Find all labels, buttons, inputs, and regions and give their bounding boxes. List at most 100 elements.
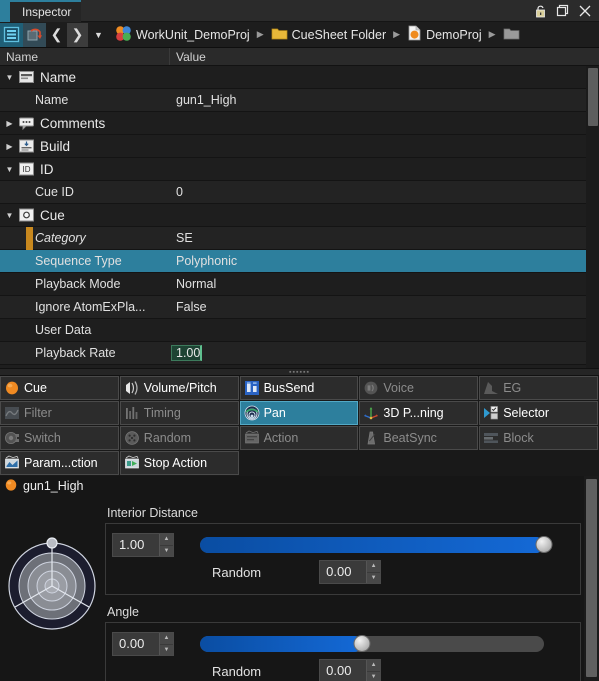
sync-icon[interactable] — [23, 22, 46, 47]
spinner-down-icon[interactable]: ▼ — [367, 671, 381, 681]
tree-group-comments[interactable]: ▶ Comments — [0, 112, 599, 135]
pan-radar-widget[interactable] — [0, 496, 100, 681]
tree-group-name[interactable]: ▼ Name — [0, 66, 599, 89]
spinner-value[interactable]: 1.00 — [113, 534, 159, 556]
breadcrumb-item-demoproj[interactable]: DemoProj — [407, 25, 482, 44]
spinner-up-icon[interactable]: ▲ — [160, 633, 173, 645]
name-icon — [19, 70, 34, 84]
tree-group-cue[interactable]: ▼ Cue — [0, 204, 599, 227]
restore-icon[interactable] — [555, 3, 570, 18]
twisty-expanded-icon[interactable]: ▼ — [0, 165, 19, 174]
column-header-value[interactable]: Value — [170, 48, 599, 65]
property-value[interactable]: gun1_High — [170, 93, 599, 107]
interior-distance-slider[interactable] — [200, 536, 553, 553]
tab-beatsync[interactable]: BeatSync — [359, 426, 479, 450]
property-tree: Name Value ▼ Name Name gun1_High ▶ Comme… — [0, 48, 599, 368]
table-row[interactable]: Category SE — [0, 226, 599, 250]
angle-spinner[interactable]: 0.00 ▲ ▼ — [112, 632, 174, 656]
playback-rate-field[interactable]: 1.00 — [171, 344, 203, 361]
tab-switch[interactable]: Switch — [0, 426, 119, 450]
tab-random[interactable]: Random — [119, 426, 239, 450]
param-random-row: Random 0.00 ▲ ▼ — [112, 558, 574, 586]
breadcrumb-label: CueSheet Folder — [291, 27, 387, 42]
interior-distance-random-spinner[interactable]: 0.00 ▲ ▼ — [319, 560, 382, 584]
property-value[interactable]: SE — [170, 231, 599, 245]
tree-scrollbar[interactable] — [586, 66, 599, 368]
angle-random-spinner[interactable]: 0.00 ▲ ▼ — [319, 659, 382, 681]
tab-voice[interactable]: Voice — [359, 376, 479, 400]
slider-knob[interactable] — [353, 635, 371, 652]
tab-volume-pitch[interactable]: Volume/Pitch — [119, 376, 239, 400]
editor-header-label: gun1_High — [23, 479, 84, 493]
property-value[interactable]: Normal — [170, 277, 599, 291]
column-header-name[interactable]: Name — [0, 48, 170, 65]
breadcrumb-item-cuesheet-folder[interactable]: CueSheet Folder — [271, 26, 387, 44]
slider-knob[interactable] — [535, 536, 553, 553]
tab-eg[interactable]: EG — [479, 376, 598, 400]
tree-group-label: Build — [40, 138, 71, 154]
table-row[interactable]: Playback Rate 1.00 — [0, 342, 599, 365]
table-row[interactable]: User Data — [0, 319, 599, 342]
toolbar: ❮ ❯ ▼ WorkUnit_DemoProj ▶ CueSheet Folde… — [0, 22, 599, 48]
tab-selector[interactable]: Selector — [479, 401, 598, 425]
tab-bussend[interactable]: BusSend — [239, 376, 359, 400]
editor-scrollbar-thumb[interactable] — [586, 479, 597, 677]
property-value[interactable]: Polyphonic — [170, 254, 599, 268]
spinner-value[interactable]: 0.00 — [320, 561, 366, 583]
workunit-icon — [115, 25, 132, 45]
breadcrumb-separator-icon: ▶ — [256, 29, 264, 39]
pan-editor: gun1_High Interior Distance 1.00 ▲ ▼ Ran… — [0, 476, 599, 681]
spinner-down-icon[interactable]: ▼ — [160, 545, 173, 556]
tab-timing[interactable]: Timing — [119, 401, 239, 425]
title-accent — [0, 0, 10, 22]
tab-cue[interactable]: Cue — [0, 376, 119, 400]
tab-action[interactable]: Action — [239, 426, 359, 450]
tree-group-id[interactable]: ▼ ID ID — [0, 158, 599, 181]
spinner-value[interactable]: 0.00 — [320, 660, 366, 681]
history-dropdown-button[interactable]: ▼ — [88, 23, 109, 47]
tab-pan[interactable]: Pan — [239, 401, 359, 425]
property-value[interactable]: 0 — [170, 185, 599, 199]
spinner-down-icon[interactable]: ▼ — [160, 644, 173, 655]
tab-3d-panning[interactable]: 3D P...ning — [359, 401, 479, 425]
tab-block[interactable]: Block — [479, 426, 598, 450]
tab-row: Filter Timing Pan 3D P...ning Selector — [0, 401, 599, 426]
tab-param-action[interactable]: Param...ction — [0, 451, 119, 475]
back-button[interactable]: ❮ — [46, 23, 67, 47]
table-row[interactable]: Name gun1_High — [0, 89, 599, 112]
panel-tab-inspector[interactable]: Inspector — [10, 0, 82, 22]
twisty-expanded-icon[interactable]: ▼ — [0, 211, 19, 220]
tab-filter[interactable]: Filter — [0, 401, 119, 425]
table-row[interactable]: Cue ID 0 — [0, 181, 599, 204]
list-view-icon[interactable] — [0, 22, 23, 47]
spinner-up-icon[interactable]: ▲ — [367, 561, 381, 573]
twisty-collapsed-icon[interactable]: ▶ — [0, 142, 19, 151]
voice-icon — [363, 380, 379, 396]
spinner-value[interactable]: 0.00 — [113, 633, 159, 655]
table-row[interactable]: Ignore AtomExPla... False — [0, 296, 599, 319]
lock-icon[interactable] — [533, 3, 548, 18]
tab-row: Switch Random Action BeatSync Block — [0, 426, 599, 451]
parameter-list: Interior Distance 1.00 ▲ ▼ Random 0.00 ▲… — [100, 496, 599, 681]
spinner-up-icon[interactable]: ▲ — [367, 660, 381, 672]
twisty-collapsed-icon[interactable]: ▶ — [0, 119, 19, 128]
spinner-down-icon[interactable]: ▼ — [367, 572, 381, 583]
interior-distance-spinner[interactable]: 1.00 ▲ ▼ — [112, 533, 174, 557]
tab-stop-action[interactable]: Stop Action — [119, 451, 239, 475]
panel-splitter[interactable]: ▪▪▪▪▪▪ — [0, 368, 599, 376]
forward-button[interactable]: ❯ — [67, 22, 88, 47]
angle-slider[interactable] — [200, 635, 544, 652]
table-row[interactable]: Playback Mode Normal — [0, 273, 599, 296]
close-icon[interactable] — [577, 3, 592, 18]
breadcrumb-item-workunit[interactable]: WorkUnit_DemoProj — [115, 25, 250, 45]
breadcrumb: WorkUnit_DemoProj ▶ CueSheet Folder ▶ De… — [115, 25, 599, 45]
breadcrumb-item-last[interactable] — [503, 26, 524, 44]
spinner-up-icon[interactable]: ▲ — [160, 534, 173, 546]
tree-scrollbar-thumb[interactable] — [588, 68, 598, 126]
tab-label: Block — [503, 431, 534, 445]
editor-scrollbar[interactable] — [584, 476, 599, 681]
table-row-selected[interactable]: Sequence Type Polyphonic — [0, 250, 599, 273]
property-value[interactable]: False — [170, 300, 599, 314]
tree-group-build[interactable]: ▶ Build — [0, 135, 599, 158]
twisty-expanded-icon[interactable]: ▼ — [0, 73, 19, 82]
